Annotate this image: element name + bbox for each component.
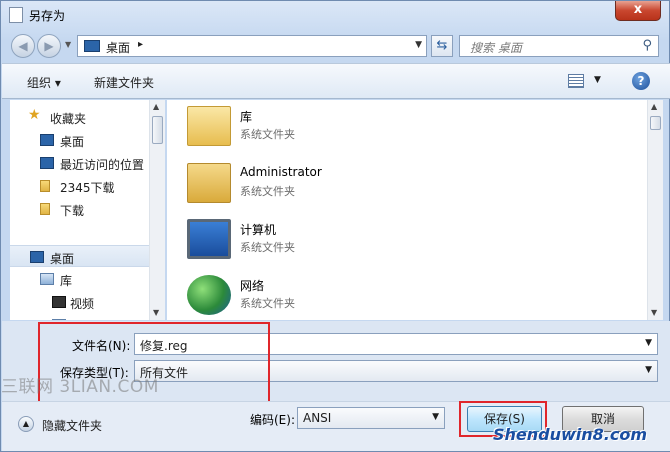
search-icon[interactable]: ⚲ — [642, 38, 652, 53]
list-item[interactable]: 网络 系统文件夹 — [187, 273, 487, 320]
list-item[interactable]: 库 系统文件夹 — [187, 104, 487, 156]
hide-folders-toggle[interactable]: 隐藏文件夹 — [42, 417, 102, 434]
search-input[interactable]: 搜索 桌面 ⚲ — [459, 35, 659, 57]
address-path[interactable]: 桌面 — [106, 39, 130, 56]
watermark: 三联网 3LIAN.COM — [1, 377, 159, 397]
sidebar-item-recent[interactable]: 最近访问的位置 — [10, 152, 156, 174]
organize-menu[interactable]: 组织 ▾ — [27, 74, 61, 91]
sidebar-item-2345download[interactable]: 2345下载 — [10, 175, 150, 197]
toolbar: 组织 ▾ 新建文件夹 ▼ ? — [2, 63, 670, 99]
title-bar: 另存为 x — [1, 1, 669, 29]
encoding-value: ANSI — [303, 411, 332, 425]
star-icon: ★ — [28, 107, 41, 123]
sidebar-item-label: 桌面 — [50, 252, 75, 266]
file-type: 系统文件夹 — [240, 128, 295, 141]
history-dropdown-icon[interactable]: ▼ — [65, 40, 71, 49]
new-folder-button[interactable]: 新建文件夹 — [94, 74, 154, 91]
breadcrumb-arrow-icon[interactable]: ▸ — [138, 39, 143, 50]
filename-label: 文件名(N): — [72, 339, 131, 353]
sidebar-item-label: 最近访问的位置 — [60, 158, 145, 172]
recent-places-icon — [40, 157, 54, 169]
network-icon — [187, 275, 231, 315]
file-list-scrollbar[interactable]: ▲ ▼ — [647, 100, 663, 320]
sidebar-item-label: 视频 — [70, 297, 95, 311]
chevron-up-icon[interactable]: ▲ — [18, 416, 34, 432]
sidebar-item-downloads[interactable]: 下载 — [10, 198, 150, 220]
forward-button[interactable]: ▶ — [37, 34, 61, 58]
scroll-down-icon[interactable]: ▼ — [153, 308, 159, 317]
scrollbar-thumb[interactable] — [650, 116, 661, 130]
scroll-up-icon[interactable]: ▲ — [651, 102, 657, 111]
navigation-pane: ★ 收藏夹 桌面 最近访问的位置 2345下载 下载 桌面 库 视频 — [10, 100, 165, 320]
sidebar-item-pictures[interactable]: 图片 — [10, 314, 150, 320]
filename-value[interactable]: 修复.reg — [140, 337, 188, 354]
user-folder-icon — [187, 163, 231, 203]
file-type: 系统文件夹 — [240, 297, 295, 310]
scroll-up-icon[interactable]: ▲ — [153, 102, 159, 111]
dialog-title: 另存为 — [29, 9, 66, 23]
pictures-icon — [52, 319, 66, 320]
list-item[interactable]: Administrator 系统文件夹 — [187, 161, 487, 213]
navigation-scrollbar[interactable]: ▲ ▼ — [149, 100, 165, 320]
brand-watermark: Shenduwin8.com — [493, 425, 648, 444]
library-icon — [40, 273, 54, 285]
list-item[interactable]: 计算机 系统文件夹 — [187, 217, 487, 269]
chevron-down-icon[interactable]: ▼ — [432, 412, 439, 422]
sidebar-item-videos[interactable]: 视频 — [10, 291, 150, 313]
file-name: 计算机 — [240, 223, 277, 237]
sidebar-item-label: 2345下载 — [60, 181, 115, 195]
refresh-button[interactable]: ⇆ — [431, 35, 453, 57]
sidebar-item-label: 库 — [60, 274, 73, 288]
download-folder-icon — [40, 203, 50, 215]
sidebar-item-library[interactable]: 库 — [10, 268, 150, 290]
file-list: 库 系统文件夹 Administrator 系统文件夹 计算机 系统文件夹 网络… — [167, 100, 647, 320]
filename-field[interactable]: 修复.reg ▼ — [134, 333, 658, 355]
encoding-select[interactable]: ANSI ▼ — [297, 407, 445, 429]
sidebar-item-label: 图片 — [70, 318, 94, 320]
desktop-icon — [40, 134, 54, 146]
sidebar-item-desktop-root[interactable]: 桌面 — [10, 245, 149, 267]
encoding-label: 编码(E): — [250, 413, 295, 427]
file-name: Administrator — [240, 165, 322, 179]
chevron-down-icon[interactable]: ▼ — [415, 40, 422, 50]
sidebar-item-desktop[interactable]: 桌面 — [10, 129, 150, 151]
filetype-select[interactable]: 所有文件 ▼ — [134, 360, 658, 382]
close-button[interactable]: x — [615, 1, 661, 21]
sidebar-item-label: 桌面 — [60, 135, 85, 149]
chevron-down-icon[interactable]: ▼ — [645, 365, 652, 375]
computer-icon — [187, 219, 231, 259]
video-icon — [52, 296, 66, 308]
library-folder-icon — [187, 106, 231, 146]
chevron-down-icon[interactable]: ▼ — [594, 75, 601, 85]
sidebar-item-favorites[interactable]: ★ 收藏夹 — [10, 106, 150, 128]
file-type: 系统文件夹 — [240, 185, 295, 198]
address-bar[interactable]: 桌面 ▸ ▼ — [77, 35, 427, 57]
search-placeholder: 搜索 桌面 — [470, 41, 522, 55]
file-type: 系统文件夹 — [240, 241, 295, 254]
desktop-icon — [30, 251, 44, 263]
chevron-down-icon[interactable]: ▼ — [645, 338, 652, 348]
back-button[interactable]: ◀ — [11, 34, 35, 58]
file-name: 库 — [240, 110, 253, 124]
sidebar-item-label: 收藏夹 — [50, 112, 87, 126]
help-icon[interactable]: ? — [632, 72, 650, 90]
file-name: 网络 — [240, 279, 265, 293]
scroll-down-icon[interactable]: ▼ — [651, 308, 657, 317]
view-options-icon[interactable] — [568, 74, 584, 88]
scrollbar-thumb[interactable] — [152, 116, 163, 144]
sidebar-item-label: 下载 — [60, 204, 85, 218]
folder-icon — [40, 180, 50, 192]
desktop-icon — [84, 40, 100, 52]
save-as-dialog: 另存为 x ◀ ▶ ▼ 桌面 ▸ ▼ ⇆ 搜索 桌面 ⚲ 组织 ▾ 新建文件夹 … — [0, 0, 670, 452]
notepad-icon — [9, 7, 23, 23]
